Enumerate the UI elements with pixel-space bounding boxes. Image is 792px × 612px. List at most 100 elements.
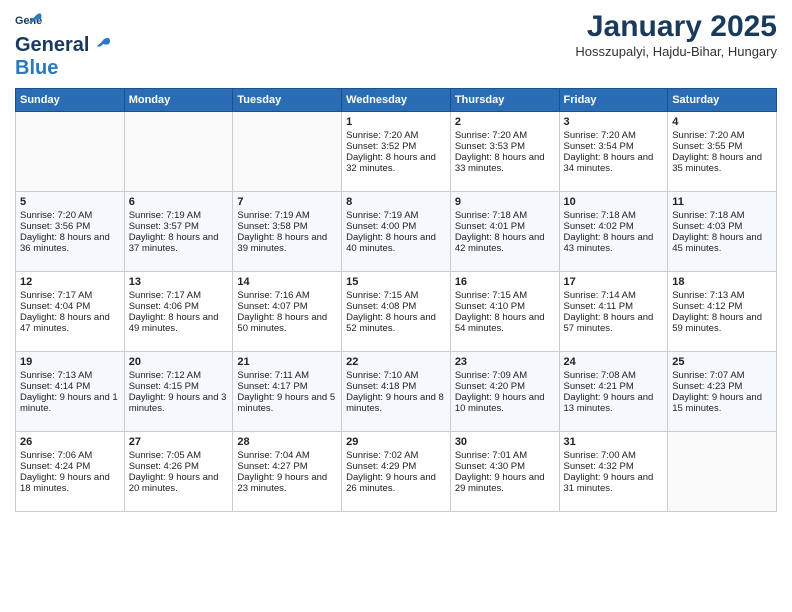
header-thursday: Thursday [450,89,559,112]
calendar-cell: 13Sunrise: 7:17 AMSunset: 4:06 PMDayligh… [124,272,233,352]
day-number: 1 [346,116,446,128]
calendar-cell: 7Sunrise: 7:19 AMSunset: 3:58 PMDaylight… [233,192,342,272]
sunrise-text: Sunrise: 7:04 AM [237,450,337,461]
calendar-cell: 22Sunrise: 7:10 AMSunset: 4:18 PMDayligh… [342,352,451,432]
daylight-text: Daylight: 8 hours and 52 minutes. [346,312,446,334]
sunrise-text: Sunrise: 7:20 AM [455,130,555,141]
sunrise-text: Sunrise: 7:17 AM [129,290,229,301]
daylight-text: Daylight: 8 hours and 59 minutes. [672,312,772,334]
day-number: 11 [672,196,772,208]
logo-area: General General Blue [15,10,113,80]
calendar-cell: 24Sunrise: 7:08 AMSunset: 4:21 PMDayligh… [559,352,668,432]
day-number: 2 [455,116,555,128]
sunrise-text: Sunrise: 7:08 AM [564,370,664,381]
calendar-subtitle: Hosszupalyi, Hajdu-Bihar, Hungary [575,44,777,59]
sunrise-text: Sunrise: 7:13 AM [672,290,772,301]
day-number: 19 [20,356,120,368]
calendar-cell: 1Sunrise: 7:20 AMSunset: 3:52 PMDaylight… [342,112,451,192]
calendar-cell: 31Sunrise: 7:00 AMSunset: 4:32 PMDayligh… [559,432,668,512]
sunrise-text: Sunrise: 7:09 AM [455,370,555,381]
sunset-text: Sunset: 4:30 PM [455,461,555,472]
sunrise-text: Sunrise: 7:17 AM [20,290,120,301]
sunset-text: Sunset: 3:55 PM [672,141,772,152]
header: General General Blue January 2025 Hosszu… [15,10,777,80]
sunset-text: Sunset: 4:10 PM [455,301,555,312]
daylight-text: Daylight: 9 hours and 31 minutes. [564,472,664,494]
weekday-header-row: Sunday Monday Tuesday Wednesday Thursday… [16,89,777,112]
sunset-text: Sunset: 4:20 PM [455,381,555,392]
daylight-text: Daylight: 8 hours and 35 minutes. [672,152,772,174]
sunset-text: Sunset: 4:03 PM [672,221,772,232]
sunrise-text: Sunrise: 7:06 AM [20,450,120,461]
day-number: 18 [672,276,772,288]
sunset-text: Sunset: 3:56 PM [20,221,120,232]
sunrise-text: Sunrise: 7:13 AM [20,370,120,381]
daylight-text: Daylight: 8 hours and 40 minutes. [346,232,446,254]
calendar-cell: 16Sunrise: 7:15 AMSunset: 4:10 PMDayligh… [450,272,559,352]
day-number: 13 [129,276,229,288]
day-number: 27 [129,436,229,448]
sunrise-text: Sunrise: 7:02 AM [346,450,446,461]
day-number: 20 [129,356,229,368]
calendar-cell: 19Sunrise: 7:13 AMSunset: 4:14 PMDayligh… [16,352,125,432]
sunrise-text: Sunrise: 7:19 AM [237,210,337,221]
sunset-text: Sunset: 3:53 PM [455,141,555,152]
sunset-text: Sunset: 4:04 PM [20,301,120,312]
day-number: 30 [455,436,555,448]
sunrise-text: Sunrise: 7:12 AM [129,370,229,381]
calendar-cell [233,112,342,192]
calendar-cell: 17Sunrise: 7:14 AMSunset: 4:11 PMDayligh… [559,272,668,352]
calendar-cell: 25Sunrise: 7:07 AMSunset: 4:23 PMDayligh… [668,352,777,432]
sunset-text: Sunset: 4:21 PM [564,381,664,392]
calendar-cell: 21Sunrise: 7:11 AMSunset: 4:17 PMDayligh… [233,352,342,432]
sunrise-text: Sunrise: 7:14 AM [564,290,664,301]
sunrise-text: Sunrise: 7:05 AM [129,450,229,461]
calendar-table: Sunday Monday Tuesday Wednesday Thursday… [15,88,777,512]
sunrise-text: Sunrise: 7:20 AM [20,210,120,221]
sunset-text: Sunset: 4:26 PM [129,461,229,472]
sunrise-text: Sunrise: 7:20 AM [672,130,772,141]
sunrise-text: Sunrise: 7:11 AM [237,370,337,381]
sunset-text: Sunset: 4:14 PM [20,381,120,392]
calendar-cell: 18 Sunrise: 7:13 AMSunset: 4:12 PMDayligh… [668,272,777,352]
calendar-cell: 9Sunrise: 7:18 AMSunset: 4:01 PMDaylight… [450,192,559,272]
header-friday: Friday [559,89,668,112]
daylight-text: Daylight: 9 hours and 26 minutes. [346,472,446,494]
sunrise-text: Sunrise: 7:15 AM [455,290,555,301]
day-number: 28 [237,436,337,448]
sunset-text: Sunset: 4:08 PM [346,301,446,312]
page: General General Blue January 2025 Hosszu… [0,0,792,522]
calendar-cell: 10Sunrise: 7:18 AMSunset: 4:02 PMDayligh… [559,192,668,272]
day-number: 15 [346,276,446,288]
sunset-text: Sunset: 4:06 PM [129,301,229,312]
daylight-text: Daylight: 9 hours and 18 minutes. [20,472,120,494]
sunset-text: Sunset: 4:17 PM [237,381,337,392]
week-row-3: 12Sunrise: 7:17 AMSunset: 4:04 PMDayligh… [16,272,777,352]
sunrise-text: Sunrise: 7:18 AM [455,210,555,221]
header-sunday: Sunday [16,89,125,112]
header-tuesday: Tuesday [233,89,342,112]
calendar-cell: 15Sunrise: 7:15 AMSunset: 4:08 PMDayligh… [342,272,451,352]
sunrise-text: Sunrise: 7:10 AM [346,370,446,381]
week-row-5: 26Sunrise: 7:06 AMSunset: 4:24 PMDayligh… [16,432,777,512]
day-number: 25 [672,356,772,368]
calendar-cell: 6Sunrise: 7:19 AMSunset: 3:57 PMDaylight… [124,192,233,272]
logo-blue: Blue [15,57,58,79]
daylight-text: Daylight: 8 hours and 37 minutes. [129,232,229,254]
week-row-1: 1Sunrise: 7:20 AMSunset: 3:52 PMDaylight… [16,112,777,192]
calendar-cell: 29Sunrise: 7:02 AMSunset: 4:29 PMDayligh… [342,432,451,512]
day-number: 12 [20,276,120,288]
calendar-cell: 8Sunrise: 7:19 AMSunset: 4:00 PMDaylight… [342,192,451,272]
day-number: 14 [237,276,337,288]
daylight-text: Daylight: 8 hours and 39 minutes. [237,232,337,254]
calendar-cell: 30Sunrise: 7:01 AMSunset: 4:30 PMDayligh… [450,432,559,512]
daylight-text: Daylight: 9 hours and 23 minutes. [237,472,337,494]
day-number: 17 [564,276,664,288]
header-wednesday: Wednesday [342,89,451,112]
calendar-cell [668,432,777,512]
daylight-text: Daylight: 8 hours and 32 minutes. [346,152,446,174]
sunrise-text: Sunrise: 7:18 AM [564,210,664,221]
sunset-text: Sunset: 3:52 PM [346,141,446,152]
sunset-text: Sunset: 4:12 PM [672,301,772,312]
calendar-cell: 27Sunrise: 7:05 AMSunset: 4:26 PMDayligh… [124,432,233,512]
